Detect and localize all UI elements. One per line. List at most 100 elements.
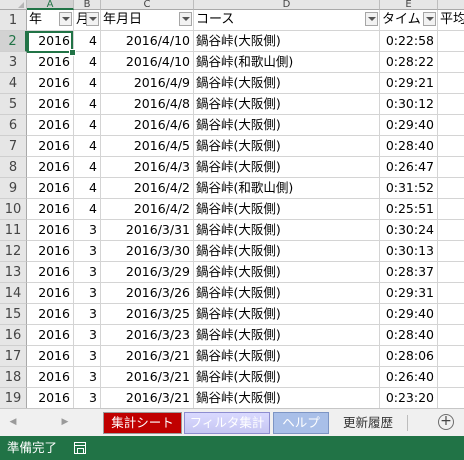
grid-cell[interactable]: 2016/3/21 (101, 367, 194, 388)
grid-cell[interactable] (438, 178, 464, 199)
grid-cell[interactable]: 3 (74, 304, 101, 325)
grid-cell[interactable]: 4 (74, 115, 101, 136)
grid-cell[interactable] (438, 199, 464, 220)
grid-cell[interactable]: 鍋谷峠(大阪側) (194, 325, 380, 346)
header-cell[interactable]: 平均 (438, 10, 464, 31)
grid-cell[interactable]: 3 (74, 283, 101, 304)
grid-cell[interactable]: 鍋谷峠(大阪側) (194, 283, 380, 304)
grid-cell[interactable]: 鍋谷峠(大阪側) (194, 304, 380, 325)
grid-cell[interactable]: 鍋谷峠(大阪側) (194, 136, 380, 157)
header-cell[interactable]: タイム (380, 10, 438, 31)
grid-cell[interactable]: 2016/3/21 (101, 346, 194, 367)
grid-cell[interactable] (438, 241, 464, 262)
grid-cell[interactable]: 鍋谷峠(大阪側) (194, 220, 380, 241)
grid-cell[interactable] (438, 31, 464, 52)
grid-cell[interactable]: 2016/3/25 (101, 304, 194, 325)
grid-cell[interactable]: 3 (74, 325, 101, 346)
column-header-e[interactable]: E (380, 0, 438, 10)
grid-cell[interactable]: 鍋谷峠(大阪側) (194, 94, 380, 115)
grid-cell[interactable]: 2016 (27, 325, 74, 346)
grid-cell[interactable]: 2016 (27, 346, 74, 367)
grid-cell[interactable]: 4 (74, 31, 101, 52)
row-header[interactable]: 10 (0, 199, 27, 220)
grid-cell[interactable]: 3 (74, 346, 101, 367)
grid-cell[interactable]: 鍋谷峠(和歌山側) (194, 52, 380, 73)
grid-cell[interactable]: 0:29:40 (380, 304, 438, 325)
grid-cell[interactable]: 2016 (27, 367, 74, 388)
grid-cell[interactable]: 0:22:58 (380, 31, 438, 52)
grid-cell[interactable]: 3 (74, 388, 101, 408)
grid-cell[interactable]: 鍋谷峠(大阪側) (194, 241, 380, 262)
row-header[interactable]: 13 (0, 262, 27, 283)
column-header-d[interactable]: D (194, 0, 380, 10)
row-header[interactable]: 14 (0, 283, 27, 304)
grid-cell[interactable] (438, 388, 464, 408)
grid-cell[interactable]: 鍋谷峠(大阪側) (194, 73, 380, 94)
row-header[interactable]: 12 (0, 241, 27, 262)
filter-dropdown-icon[interactable] (365, 12, 378, 26)
grid-cell[interactable] (438, 115, 464, 136)
grid-cell[interactable] (438, 367, 464, 388)
filter-dropdown-icon[interactable] (179, 12, 192, 26)
filter-dropdown-icon[interactable] (86, 12, 99, 26)
row-header[interactable]: 4 (0, 73, 27, 94)
grid-cell[interactable]: 3 (74, 241, 101, 262)
grid-cell[interactable]: 2016/4/2 (101, 178, 194, 199)
grid-cell[interactable]: 3 (74, 262, 101, 283)
grid-cell[interactable]: 0:29:31 (380, 283, 438, 304)
grid-cell[interactable]: 2016/3/26 (101, 283, 194, 304)
grid-cell[interactable]: 4 (74, 52, 101, 73)
grid-cell[interactable] (438, 304, 464, 325)
row-header[interactable]: 15 (0, 304, 27, 325)
grid-cell[interactable]: 2016 (27, 199, 74, 220)
grid-cell[interactable]: 2016 (27, 241, 74, 262)
grid-cell[interactable]: 2016 (27, 52, 74, 73)
grid-cell[interactable]: 2016/3/23 (101, 325, 194, 346)
spreadsheet-grid[interactable]: ABCDE 1 年月年月日 コース タイム 平均 2 2016 4 2016/4/10 鍋谷峠(大… (0, 0, 464, 408)
sheet-tab-summary[interactable]: 集計シート (103, 412, 182, 434)
grid-cell[interactable]: 0:29:21 (380, 73, 438, 94)
grid-cell[interactable]: 2016/3/31 (101, 220, 194, 241)
grid-cell[interactable] (438, 346, 464, 367)
scroll-tabs-right-icon[interactable]: ▶ (58, 414, 72, 430)
row-header[interactable]: 3 (0, 52, 27, 73)
select-all-corner[interactable] (0, 0, 27, 10)
scroll-tabs-left-icon[interactable]: ◀ (6, 414, 20, 430)
grid-cell[interactable]: 3 (74, 367, 101, 388)
grid-cell[interactable]: 2016/4/6 (101, 115, 194, 136)
grid-cell[interactable] (438, 52, 464, 73)
header-cell[interactable]: コース (194, 10, 380, 31)
grid-cell[interactable]: 2016 (27, 73, 74, 94)
row-header[interactable]: 7 (0, 136, 27, 157)
grid-cell[interactable]: 0:26:47 (380, 157, 438, 178)
grid-cell[interactable]: 2016/4/2 (101, 199, 194, 220)
grid-cell[interactable]: 0:23:20 (380, 388, 438, 408)
fill-handle[interactable] (69, 49, 76, 56)
grid-cell[interactable]: 2016/4/8 (101, 94, 194, 115)
grid-cell[interactable] (438, 325, 464, 346)
row-header[interactable]: 5 (0, 94, 27, 115)
grid-cell[interactable]: 2016 (27, 31, 74, 52)
grid-cell[interactable]: 鍋谷峠(大阪側) (194, 31, 380, 52)
grid-cell[interactable]: 鍋谷峠(大阪側) (194, 346, 380, 367)
row-header[interactable]: 2 (0, 31, 27, 52)
grid-cell[interactable] (438, 283, 464, 304)
grid-cell[interactable]: 3 (74, 220, 101, 241)
grid-cell[interactable] (438, 136, 464, 157)
grid-cell[interactable]: 鍋谷峠(大阪側) (194, 367, 380, 388)
grid-cell[interactable] (438, 73, 464, 94)
grid-cell[interactable]: 0:30:24 (380, 220, 438, 241)
row-header[interactable]: 9 (0, 178, 27, 199)
grid-cell[interactable]: 2016 (27, 94, 74, 115)
column-header-f[interactable] (438, 0, 464, 10)
column-header-c[interactable]: C (101, 0, 194, 10)
grid-cell[interactable]: 0:30:13 (380, 241, 438, 262)
grid-cell[interactable]: 4 (74, 157, 101, 178)
header-cell[interactable]: 年月日 (101, 10, 194, 31)
grid-cell[interactable]: 鍋谷峠(大阪側) (194, 115, 380, 136)
sheet-tab-help[interactable]: ヘルプ (273, 412, 329, 434)
grid-cell[interactable]: 2016/3/29 (101, 262, 194, 283)
sheet-tab-filter-summary[interactable]: フィルタ集計 (184, 412, 270, 434)
filter-dropdown-icon[interactable] (59, 12, 72, 26)
grid-cell[interactable]: 2016/3/21 (101, 388, 194, 408)
